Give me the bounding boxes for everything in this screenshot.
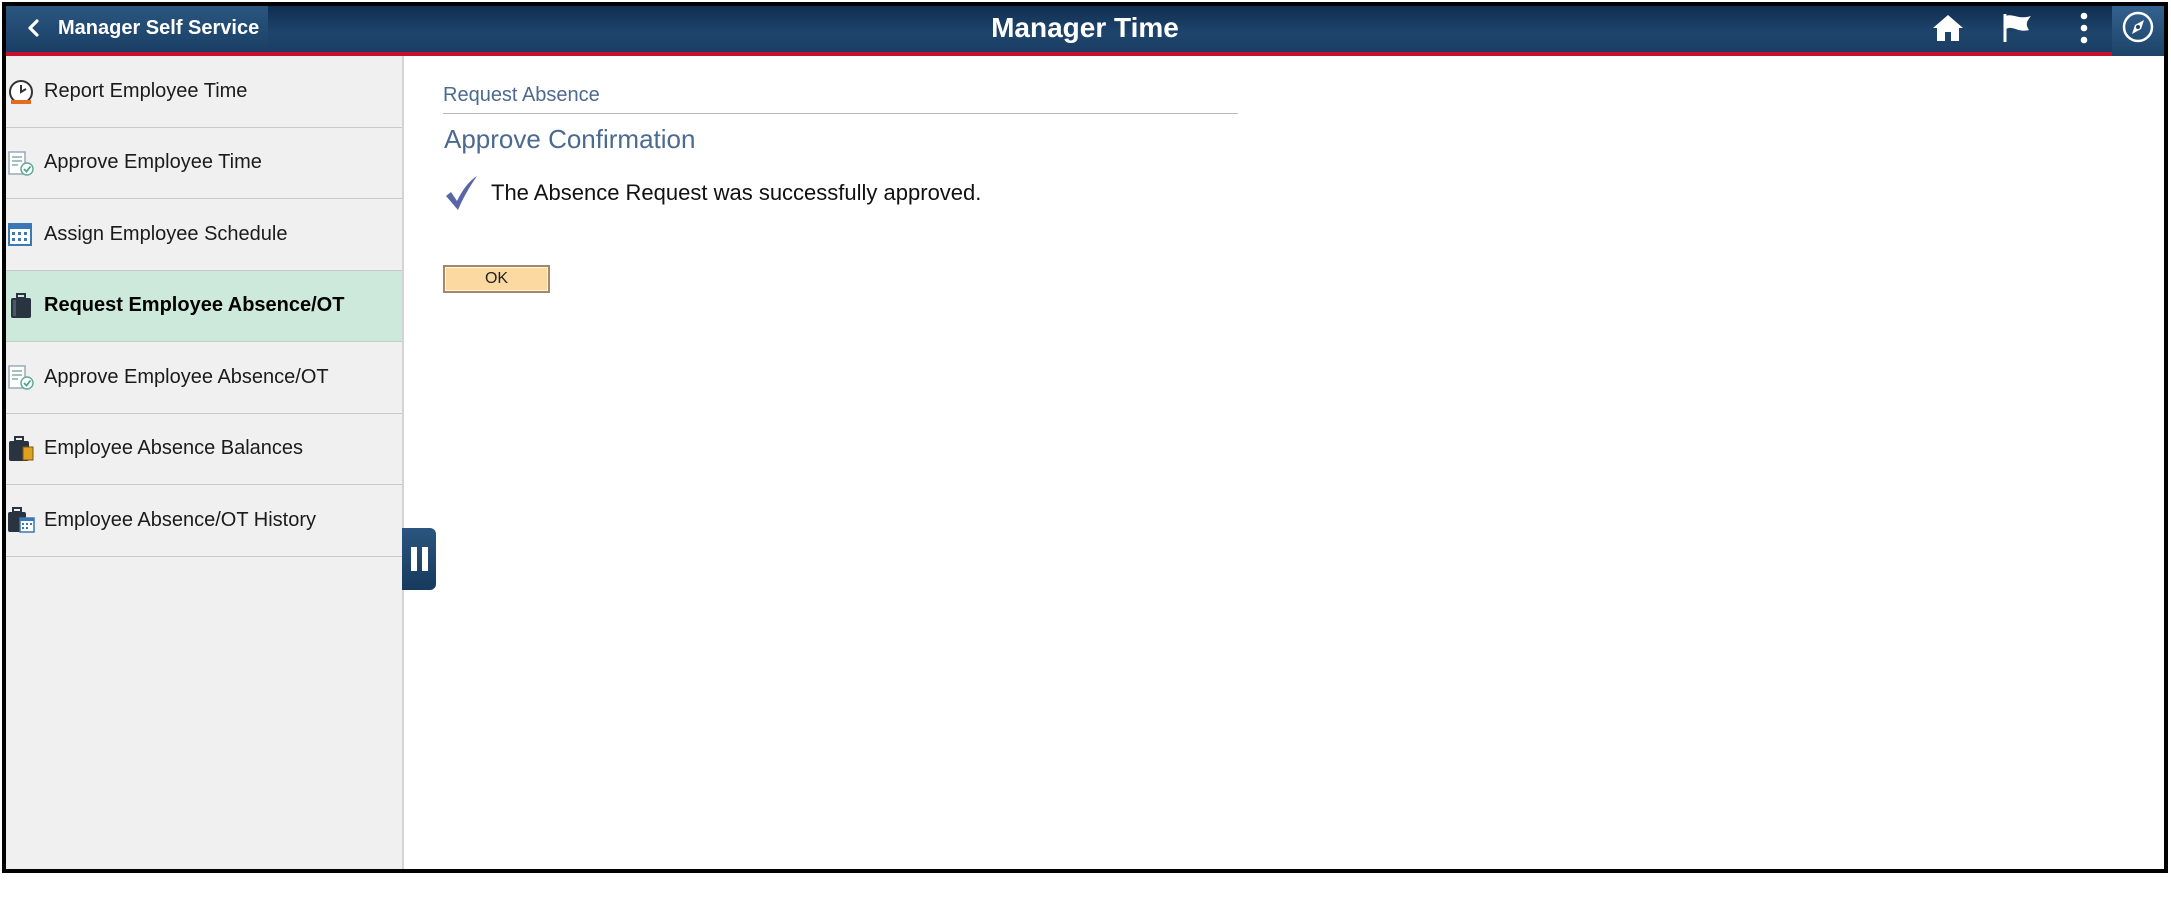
sidebar-item-assign-employee-schedule[interactable]: Assign Employee Schedule — [6, 199, 402, 271]
confirmation-message: The Absence Request was successfully app… — [443, 174, 981, 212]
approve-list-icon — [6, 362, 36, 392]
sidebar-item-report-employee-time[interactable]: Report Employee Time — [6, 56, 402, 128]
section-title: Approve Confirmation — [444, 124, 696, 154]
compass-icon — [2122, 11, 2154, 43]
sidebar-item-employee-absence-ot-history[interactable]: Employee Absence/OT History — [6, 485, 402, 557]
approve-list-icon — [6, 148, 36, 178]
sidebar-item-approve-employee-time[interactable]: Approve Employee Time — [6, 128, 402, 199]
sidebar-item-label: Assign Employee Schedule — [44, 222, 288, 245]
app-window: Manager Self Service Manager Time Report… — [2, 2, 2168, 873]
navbar-button[interactable] — [2112, 6, 2164, 56]
sidebar-item-request-employee-absence-ot[interactable]: Request Employee Absence/OT — [6, 270, 402, 342]
main-content: Request Absence Approve Confirmation The… — [443, 56, 2164, 869]
back-button-label: Manager Self Service — [58, 16, 260, 39]
sidebar-item-approve-employee-absence-ot[interactable]: Approve Employee Absence/OT — [6, 342, 402, 414]
top-header: Manager Self Service Manager Time — [6, 6, 2164, 56]
sidebar-item-employee-absence-balances[interactable]: Employee Absence Balances — [6, 414, 402, 485]
ok-button[interactable]: OK — [443, 265, 550, 293]
pause-bars-icon — [410, 547, 428, 571]
sidebar-item-label: Request Employee Absence/OT — [44, 294, 345, 317]
confirmation-text: The Absence Request was successfully app… — [491, 180, 982, 205]
sidebar-item-label: Report Employee Time — [44, 79, 248, 102]
balance-suitcase-icon — [6, 434, 36, 464]
sidebar-item-label: Approve Employee Time — [44, 151, 262, 174]
breadcrumb: Request Absence — [443, 84, 1238, 114]
back-to-manager-self-service-button[interactable]: Manager Self Service — [6, 6, 268, 50]
flag-icon[interactable] — [1997, 8, 2037, 48]
more-vertical-icon[interactable] — [2064, 8, 2104, 48]
left-nav-sidebar: Report Employee Time Approve Employee Ti… — [6, 56, 404, 869]
calendar-icon — [6, 219, 36, 249]
sidebar-item-label: Approve Employee Absence/OT — [44, 365, 329, 388]
page-title: Manager Time — [991, 12, 1179, 43]
sidebar-item-label: Employee Absence Balances — [44, 437, 304, 460]
clock-icon — [6, 76, 36, 106]
sidebar-collapse-handle[interactable] — [402, 528, 436, 590]
suitcase-icon — [6, 291, 36, 321]
chevron-left-icon — [28, 19, 39, 37]
history-calendar-icon — [6, 505, 36, 535]
checkmark-icon — [446, 176, 477, 210]
sidebar-item-label: Employee Absence/OT History — [44, 508, 316, 531]
home-icon[interactable] — [1928, 8, 1968, 48]
